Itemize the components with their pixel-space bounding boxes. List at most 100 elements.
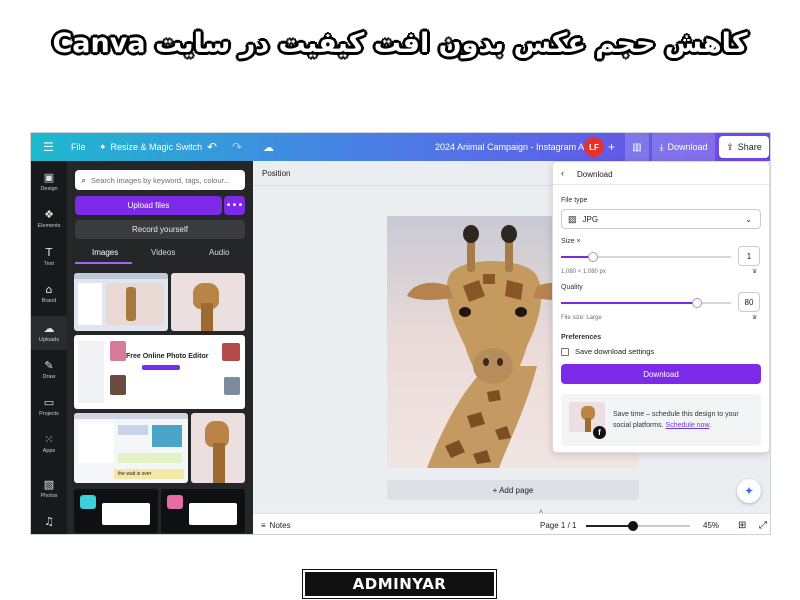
rail-item-text[interactable]: T Text bbox=[31, 242, 67, 272]
tab-images[interactable]: Images bbox=[92, 248, 118, 257]
photos-icon: ▧ bbox=[43, 478, 55, 491]
zoom-slider[interactable] bbox=[586, 514, 690, 534]
rail-item-projects[interactable]: ▭ Projects bbox=[31, 392, 67, 422]
download-panel-title: Download bbox=[577, 170, 613, 179]
quality-slider-fill bbox=[561, 302, 697, 304]
file-size-note: File size: Large bbox=[561, 315, 602, 321]
upload-thumbnail[interactable]: the wait is over bbox=[74, 413, 188, 483]
rail-item-draw[interactable]: ✎ Draw bbox=[31, 355, 67, 385]
download-button[interactable]: Download bbox=[561, 364, 761, 384]
size-dimensions: 1,080 × 1,080 px bbox=[561, 269, 606, 275]
resize-label: Resize & Magic Switch bbox=[110, 142, 203, 152]
left-rail: ▣ Design ❖ Elements T Text ⌂ Brand ☁ Uploads … bbox=[31, 161, 67, 534]
media-tabs: Images Videos Audio bbox=[75, 244, 245, 264]
sparkle-icon: ✦ bbox=[99, 141, 107, 152]
top-bar: ☰ File ✦ Resize & Magic Switch ↶ ↷ ☁ 202… bbox=[31, 133, 770, 161]
search-input[interactable]: ⌕ Search images by keyword, tags, colour… bbox=[75, 170, 245, 190]
facebook-icon: f bbox=[593, 426, 606, 439]
redo-icon[interactable]: ↷ bbox=[232, 133, 242, 161]
file-type-label: File type bbox=[561, 197, 588, 204]
text-icon: T bbox=[45, 246, 53, 259]
page-headline: کاهش حجم عکس بدون افت کیفیت در سایت Canv… bbox=[52, 28, 748, 59]
hamburger-icon[interactable]: ☰ bbox=[43, 133, 54, 161]
zoom-fill bbox=[586, 524, 633, 527]
rail-item-brand[interactable]: ⌂ Brand bbox=[31, 279, 67, 309]
download-top-button[interactable]: ⤓ Download bbox=[652, 133, 715, 161]
rail-item-design[interactable]: ▣ Design bbox=[31, 167, 67, 197]
elements-icon: ❖ bbox=[44, 208, 54, 221]
save-settings-checkbox[interactable]: Save download settings bbox=[561, 347, 654, 356]
tab-audio[interactable]: Audio bbox=[209, 248, 229, 257]
upload-files-button[interactable]: Upload files bbox=[75, 196, 222, 215]
file-menu[interactable]: File bbox=[71, 133, 86, 161]
rail-label: Brand bbox=[41, 298, 57, 304]
download-icon: ⤓ bbox=[659, 141, 664, 152]
quality-slider[interactable] bbox=[561, 298, 731, 308]
file-type-select[interactable]: ▨ JPG ⌄ bbox=[561, 209, 761, 229]
preferences-label: Preferences bbox=[561, 334, 602, 341]
promo-text-block: Save time – schedule this design to your… bbox=[613, 409, 753, 431]
search-icon: ⌕ bbox=[81, 174, 87, 185]
quality-input[interactable]: 80 bbox=[738, 292, 760, 312]
share-icon: ⇪ bbox=[726, 141, 734, 152]
rail-item-photos[interactable]: ▧ Photos bbox=[31, 474, 67, 504]
search-placeholder: Search images by keyword, tags, colour..… bbox=[91, 175, 230, 185]
upload-thumbnail[interactable]: Free Online Photo Editor bbox=[74, 335, 245, 409]
page-indicator[interactable]: Page 1 / 1 bbox=[540, 514, 576, 534]
avatar-initials: LF bbox=[584, 137, 604, 157]
crown-icon: ♛ bbox=[752, 315, 758, 321]
add-collaborator-icon[interactable]: + bbox=[608, 133, 615, 161]
rail-item-uploads[interactable]: ☁ Uploads bbox=[31, 316, 67, 350]
bar-chart-icon[interactable]: ▥ bbox=[625, 133, 649, 161]
rail-item-elements[interactable]: ❖ Elements bbox=[31, 204, 67, 234]
brand-badge: ADMINYAR bbox=[302, 569, 497, 599]
draw-icon: ✎ bbox=[44, 359, 54, 372]
rail-label: Uploads bbox=[38, 337, 60, 343]
sparkle-icon[interactable]: ✦ bbox=[737, 479, 761, 503]
zoom-level[interactable]: 45% bbox=[703, 514, 719, 534]
checkbox-box[interactable] bbox=[561, 347, 569, 356]
schedule-now-link[interactable]: Schedule now bbox=[666, 422, 710, 429]
size-input[interactable]: 1 bbox=[738, 246, 760, 266]
document-title[interactable]: 2024 Animal Campaign - Instagram Ad bbox=[435, 133, 589, 161]
notes-label: Notes bbox=[269, 521, 291, 530]
size-slider[interactable] bbox=[561, 252, 731, 262]
notes-button[interactable]: ≡ Notes bbox=[261, 514, 291, 534]
position-button[interactable]: Position bbox=[262, 169, 290, 178]
zoom-knob[interactable] bbox=[628, 520, 638, 531]
grid-view-icon[interactable]: ⊞ bbox=[738, 514, 746, 534]
upload-thumbnail[interactable] bbox=[161, 489, 245, 533]
tab-videos[interactable]: Videos bbox=[151, 248, 175, 257]
rail-label: Photos bbox=[40, 493, 58, 499]
share-label: Share bbox=[737, 142, 762, 152]
add-page-button[interactable]: + Add page bbox=[387, 480, 639, 500]
rail-item-music[interactable]: ♫ bbox=[31, 511, 67, 533]
upload-thumbnail[interactable] bbox=[191, 413, 245, 483]
back-chevron-icon[interactable]: ‹ bbox=[561, 168, 564, 178]
share-button[interactable]: ⇪ Share bbox=[719, 136, 769, 158]
upload-thumbnail[interactable] bbox=[171, 273, 245, 331]
more-options-button[interactable]: ••• bbox=[224, 196, 245, 215]
size-slider-knob[interactable] bbox=[588, 252, 598, 262]
size-label: Size × bbox=[561, 238, 581, 245]
quality-label: Quality bbox=[561, 284, 583, 291]
save-settings-label: Save download settings bbox=[575, 347, 655, 356]
quality-slider-knob[interactable] bbox=[692, 298, 702, 308]
cloud-check-icon[interactable]: ☁ bbox=[263, 133, 274, 161]
download-top-label: Download bbox=[667, 142, 708, 152]
record-yourself-button[interactable]: Record yourself bbox=[75, 220, 245, 239]
resize-magic-switch-button[interactable]: ✦ Resize & Magic Switch bbox=[99, 133, 202, 161]
active-tab-underline bbox=[75, 262, 132, 264]
rail-label: Design bbox=[40, 186, 58, 192]
rail-label: Elements bbox=[37, 223, 61, 229]
upload-thumbnail[interactable] bbox=[74, 489, 158, 533]
rail-item-apps[interactable]: ⁙ Apps bbox=[31, 429, 67, 459]
rail-label: Text bbox=[43, 261, 55, 267]
upload-thumbnail[interactable] bbox=[74, 273, 168, 331]
fullscreen-icon[interactable]: ⤢ bbox=[759, 514, 767, 534]
rail-label: Apps bbox=[42, 448, 56, 454]
uploads-panel: ⌕ Search images by keyword, tags, colour… bbox=[67, 161, 253, 534]
file-type-value: JPG bbox=[582, 214, 599, 224]
undo-icon[interactable]: ↶ bbox=[207, 133, 217, 161]
avatar[interactable]: LF bbox=[584, 133, 604, 161]
